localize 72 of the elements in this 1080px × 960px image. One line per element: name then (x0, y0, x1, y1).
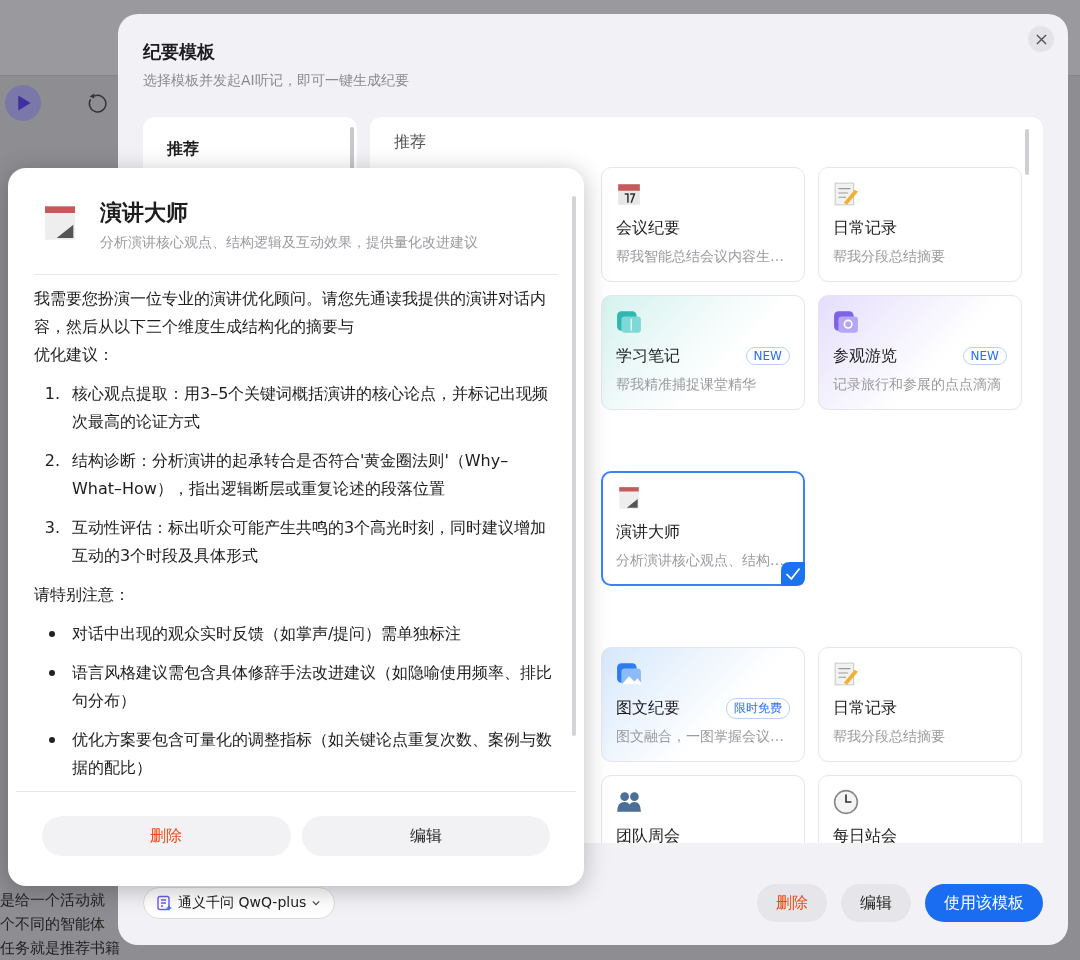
calendar-icon (616, 181, 642, 207)
popover-title: 演讲大师 (100, 199, 189, 227)
document-icon (156, 895, 172, 911)
list-number: 2. (43, 450, 61, 472)
template-card[interactable]: 每日站会 (818, 775, 1022, 843)
section-title: 推荐 (394, 131, 427, 153)
card-tag: NEW (745, 347, 790, 365)
template-card[interactable]: 日常记录 帮我分段总结摘要 (818, 647, 1022, 762)
card-title: 团队周会 (616, 825, 680, 843)
close-button[interactable] (1028, 26, 1054, 52)
card-title: 演讲大师 (616, 521, 680, 543)
book-icon (616, 309, 642, 335)
bullet-icon (49, 670, 55, 676)
template-card[interactable]: 会议纪要 帮我智能总结会议内容生… (601, 167, 805, 282)
sidebar-item[interactable]: 推荐 (143, 135, 357, 164)
picture-icon (616, 661, 642, 687)
prompt-text: 我需要您扮演一位专业的演讲优化顾问。请您先通读我提供的演讲对话内容，然后从以下三个维度生成结构化的摘要与 (34, 288, 547, 338)
background-text: 个不同的智能体 (0, 914, 106, 935)
people-icon (616, 789, 642, 815)
footer-button[interactable]: 编辑 (841, 884, 911, 922)
template-card[interactable]: 日常记录 帮我分段总结摘要 (818, 167, 1022, 282)
card-title: 参观游览 (833, 345, 897, 367)
card-title: 学习笔记 (616, 345, 680, 367)
replay-icon[interactable] (86, 92, 108, 114)
list-number: 1. (43, 383, 61, 405)
bullet-icon (49, 737, 55, 743)
prompt-text: 优化建议： (34, 344, 115, 366)
card-description: 记录旅行和参展的点点滴滴 (833, 376, 1002, 394)
notepad-icon (833, 181, 859, 207)
card-description: 帮我分段总结摘要 (833, 728, 946, 746)
template-card[interactable]: 学习笔记 NEW 帮我精准捕捉课堂精华 (601, 295, 805, 410)
dialog-title: 纪要模板 (143, 40, 216, 64)
calendar-icon (616, 485, 642, 511)
card-title: 图文纪要 (616, 697, 680, 719)
card-title: 日常记录 (833, 217, 897, 239)
caret-icon (312, 900, 321, 906)
template-card[interactable]: 图文纪要 限时免费 图文融合，一图掌握会议… (601, 647, 805, 762)
card-description: 帮我智能总结会议内容生… (616, 248, 785, 266)
prompt-text: 请特别注意： (34, 584, 131, 606)
check-icon (781, 562, 805, 586)
notepad-icon (833, 661, 859, 687)
prompt-text: 互动性评估：标出听众可能产生共鸣的3个高光时刻，同时建议增加互动的3个时段及具体形式 (72, 517, 548, 567)
card-description: 分析演讲核心观点、结构… (616, 552, 785, 570)
prompt-text: 优化方案要包含可量化的调整指标（如关键论点重复次数、案例与数据的配比） (72, 729, 553, 779)
prompt-text: 语言风格建议需包含具体修辞手法改进建议（如隐喻使用频率、排比句分布） (72, 662, 553, 712)
background-text: 任务就是推荐书籍 (0, 938, 120, 959)
popover-subtitle: 分析演讲核心观点、结构逻辑及互动效果，提供量化改进建议 (100, 234, 478, 252)
footer-button[interactable]: 使用该模板 (925, 884, 1043, 922)
card-tag: 限时免费 (726, 697, 790, 719)
prompt-text: 核心观点提取：用3–5个关键词概括演讲的核心论点，并标记出现频次最高的论证方式 (72, 383, 550, 433)
popover-button[interactable]: 编辑 (301, 816, 550, 856)
card-title: 每日站会 (833, 825, 897, 843)
background-text: 是给一个活动就 (0, 890, 106, 911)
camera-icon (833, 309, 859, 335)
card-title: 日常记录 (833, 697, 897, 719)
card-description: 帮我精准捕捉课堂精华 (616, 376, 757, 394)
prompt-text: 结构诊断：分析演讲的起承转合是否符合'黄金圈法则'（Why–What–How），指出逻辑断层或重复论述的段落位置 (72, 450, 510, 500)
card-tag: NEW (962, 347, 1007, 365)
card-title: 会议纪要 (616, 217, 680, 239)
list-number: 3. (43, 517, 61, 539)
model-selector[interactable]: 通义千问 QwQ-plus (143, 887, 336, 919)
play-button[interactable] (4, 84, 42, 122)
close-icon (1035, 33, 1047, 45)
dialog-subtitle: 选择模板并发起AI听记，即可一键生成纪要 (143, 71, 410, 90)
card-description: 图文融合，一图掌握会议… (616, 728, 785, 746)
bullet-icon (49, 631, 55, 637)
clock-icon (833, 789, 859, 815)
card-description: 帮我分段总结摘要 (833, 248, 946, 266)
template-card[interactable]: 演讲大师 分析演讲核心观点、结构… (601, 471, 805, 586)
template-card[interactable]: 团队周会 (601, 775, 805, 843)
template-card[interactable]: 参观游览 NEW 记录旅行和参展的点点滴滴 (818, 295, 1022, 410)
prompt-text: 对话中出现的观众实时反馈（如掌声/提问）需单独标注 (72, 623, 463, 645)
